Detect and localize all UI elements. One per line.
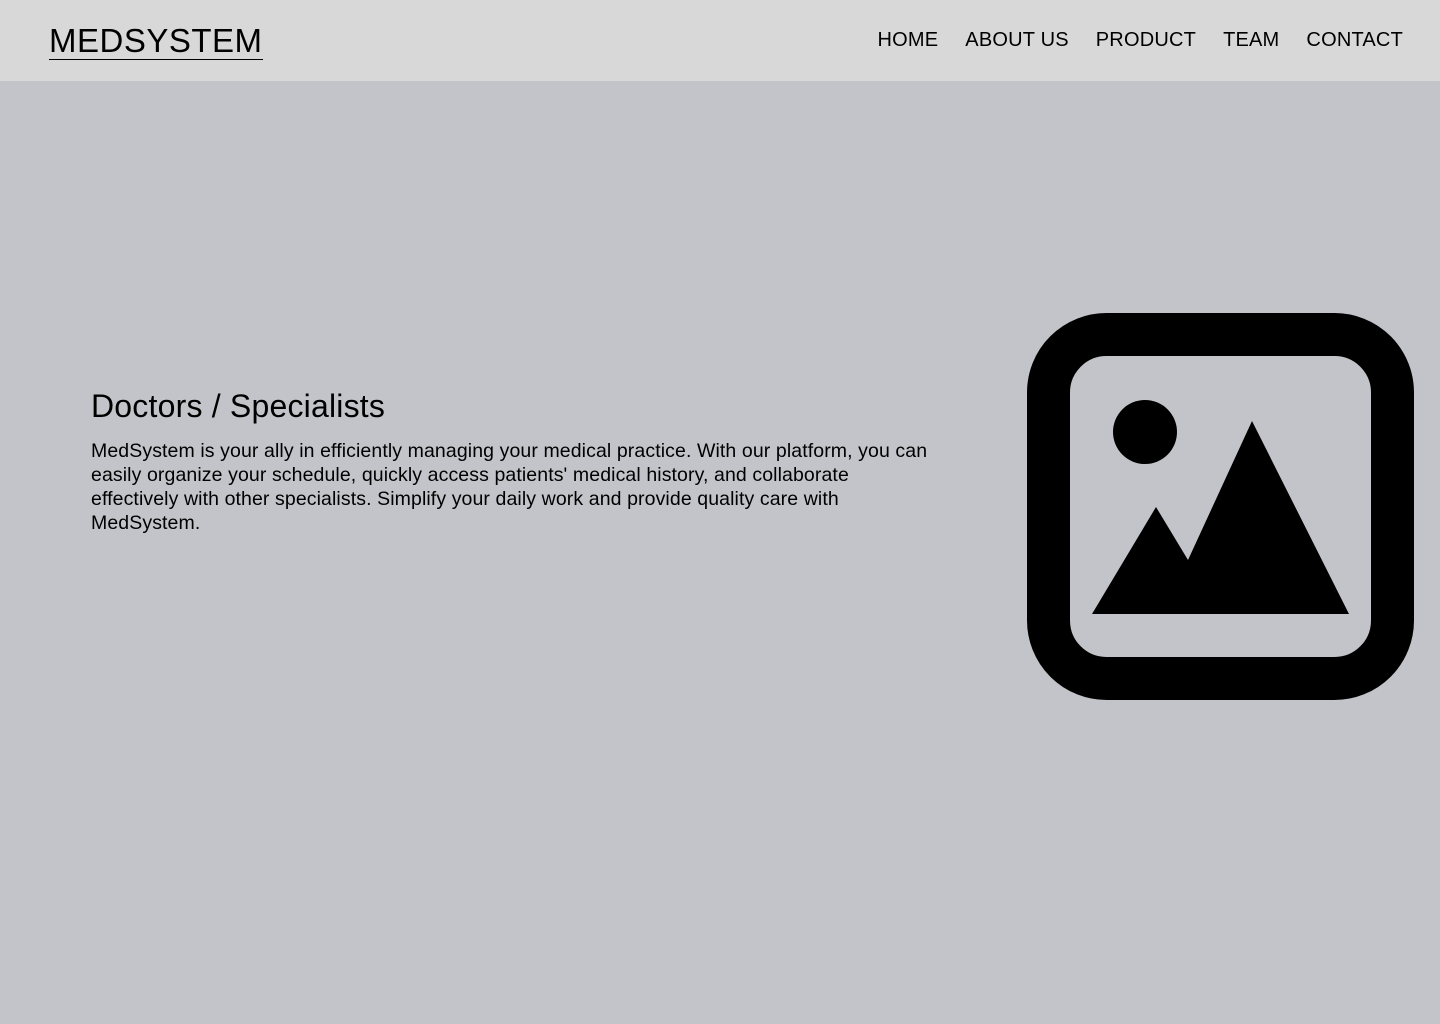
- hero-text-block: Doctors / Specialists MedSystem is your …: [91, 386, 931, 535]
- nav-link-contact[interactable]: CONTACT: [1306, 29, 1403, 52]
- image-placeholder-icon: [1027, 313, 1414, 700]
- nav-link-about-us[interactable]: ABOUT US: [965, 29, 1068, 52]
- nav-link-home[interactable]: HOME: [877, 29, 938, 52]
- nav-link-product[interactable]: PRODUCT: [1096, 29, 1196, 52]
- logo-link[interactable]: MEDSYSTEM: [49, 23, 263, 60]
- site-header: MEDSYSTEM HOME ABOUT US PRODUCT TEAM CON…: [0, 0, 1440, 81]
- hero-title: Doctors / Specialists: [91, 388, 386, 424]
- nav-link-team[interactable]: TEAM: [1223, 29, 1279, 52]
- hero-description: MedSystem is your ally in efficiently ma…: [91, 440, 928, 534]
- main-nav: HOME ABOUT US PRODUCT TEAM CONTACT: [850, 29, 1403, 52]
